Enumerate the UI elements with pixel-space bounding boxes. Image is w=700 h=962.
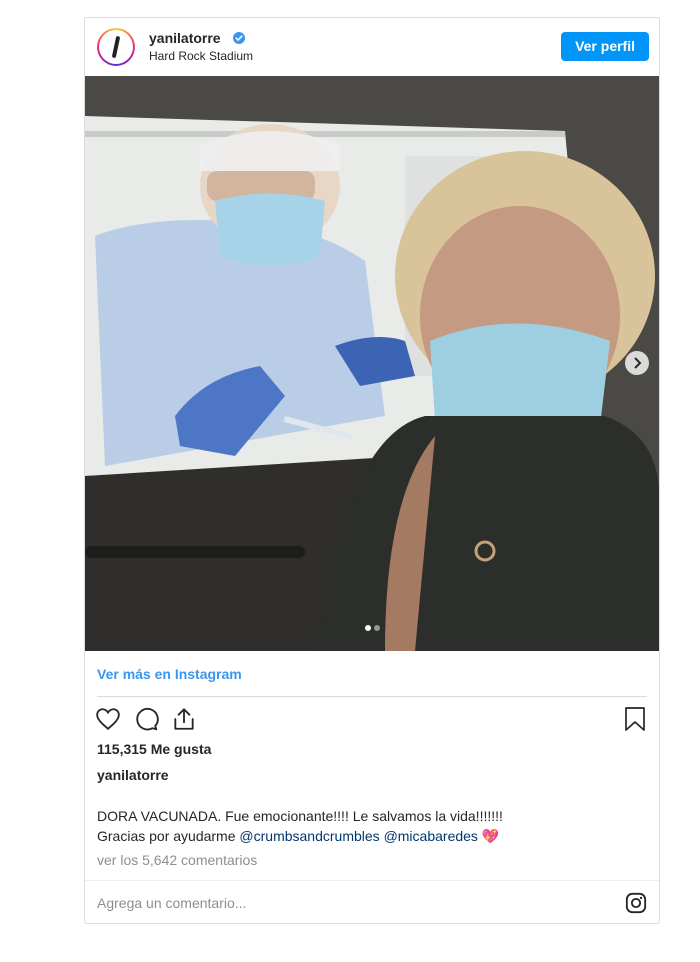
instagram-embed-card: yanilatorre Hard Rock Stadium Ver perfil (84, 17, 660, 924)
caption-text: Gracias por ayudarme (97, 828, 236, 844)
caption-line-1: DORA VACUNADA. Fue emocionante!!!! Le sa… (97, 808, 503, 824)
heart-icon[interactable] (95, 706, 121, 737)
caption: DORA VACUNADA. Fue emocionante!!!! Le sa… (97, 806, 647, 846)
mention-crumbsandcrumbles[interactable]: @crumbsandcrumbles (239, 828, 379, 844)
caption-line-2: Gracias por ayudarme @crumbsandcrumbles … (97, 826, 647, 846)
share-icon[interactable] (171, 706, 197, 737)
view-more-on-instagram-link[interactable]: Ver más en Instagram (97, 666, 242, 682)
divider (97, 696, 647, 697)
comment-bar: Agrega un comentario... (85, 880, 659, 925)
photo-illustration (85, 76, 659, 651)
comment-input[interactable]: Agrega un comentario... (97, 895, 246, 911)
avatar[interactable] (97, 28, 135, 66)
carousel-dot (374, 625, 380, 631)
location-label[interactable]: Hard Rock Stadium (149, 49, 253, 63)
verified-badge-icon (233, 32, 245, 44)
view-comments-link[interactable]: ver los 5,642 comentarios (97, 852, 257, 868)
instagram-logo-icon[interactable] (625, 892, 647, 919)
username[interactable]: yanilatorre (149, 30, 221, 46)
caption-author[interactable]: yanilatorre (97, 767, 169, 783)
view-profile-button[interactable]: Ver perfil (561, 32, 649, 61)
post-photo[interactable] (85, 76, 659, 651)
carousel-dot-active (365, 625, 371, 631)
post-header: yanilatorre Hard Rock Stadium Ver perfil (85, 18, 659, 76)
sparkling-heart-emoji: 💖 (481, 828, 500, 844)
comment-icon[interactable] (133, 706, 159, 737)
carousel-indicator (365, 618, 383, 636)
next-arrow-icon[interactable] (625, 351, 649, 375)
mention-micabaredes[interactable]: @micabaredes (384, 828, 478, 844)
likes-count[interactable]: 115,315 Me gusta (97, 741, 211, 757)
bookmark-icon[interactable] (623, 706, 647, 737)
